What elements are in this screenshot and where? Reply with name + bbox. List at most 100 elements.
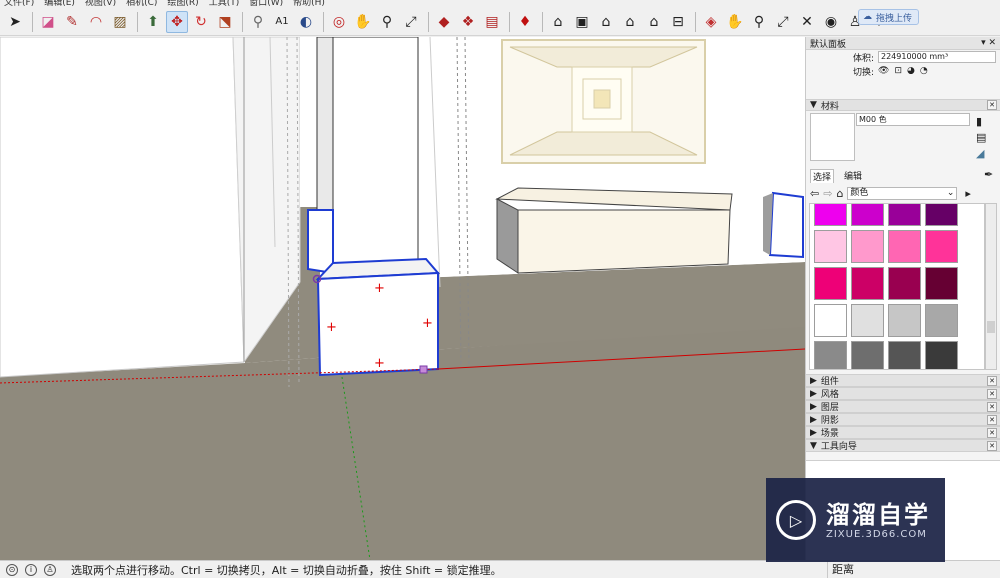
section-scenes[interactable]: ▶ 场景 ✕ xyxy=(806,426,1000,439)
menu-view[interactable]: 视图(V) xyxy=(85,0,116,9)
material-swatch[interactable] xyxy=(925,204,958,226)
right-view-icon[interactable]: ⌂ xyxy=(619,11,641,33)
eyedropper-icon[interactable]: ✒ xyxy=(984,168,993,181)
geo-location-icon[interactable]: ⊙ xyxy=(6,563,18,576)
push-pull-icon[interactable]: ⬆ xyxy=(142,11,164,33)
close-icon[interactable]: ✕ xyxy=(987,375,997,386)
tab-select[interactable]: 选择 xyxy=(810,168,835,183)
tab-edit[interactable]: 编辑 xyxy=(842,169,864,182)
move-grip-icon[interactable]: + xyxy=(326,320,337,335)
material-swatch[interactable] xyxy=(851,341,884,369)
orbit-icon[interactable]: ◎ xyxy=(328,11,350,33)
material-swatch[interactable] xyxy=(888,304,921,337)
eye-icon[interactable]: ◉ xyxy=(820,11,842,33)
material-swatch-icon[interactable]: ◢ xyxy=(976,147,984,160)
top-view-icon[interactable]: ▣ xyxy=(571,11,593,33)
home-icon[interactable]: ⌂ xyxy=(836,187,843,200)
section-plane-icon[interactable]: ◈ xyxy=(700,11,722,33)
close-icon[interactable]: ✕ xyxy=(987,401,997,412)
info-icon[interactable]: i xyxy=(25,563,37,576)
collection-select[interactable]: 颜色 ⌄ xyxy=(847,186,958,200)
material-swatch[interactable] xyxy=(888,204,921,226)
shadow-cast-icon[interactable]: ◕ xyxy=(907,66,915,76)
material-swatch[interactable] xyxy=(814,230,847,263)
material-swatch[interactable] xyxy=(888,341,921,369)
scrollbar-thumb[interactable] xyxy=(987,321,995,333)
eraser-icon[interactable]: ◪ xyxy=(37,11,59,33)
material-stack-icon[interactable]: ▤ xyxy=(976,131,986,144)
zoom-extents-icon[interactable]: ⤢ xyxy=(400,11,422,33)
arc-icon[interactable]: ◠ xyxy=(85,11,107,33)
section-shadows[interactable]: ▶ 阴影 ✕ xyxy=(806,413,1000,426)
back-view-icon[interactable]: ⌂ xyxy=(643,11,665,33)
pencil-icon[interactable]: ✎ xyxy=(61,11,83,33)
visibility-icon[interactable]: 👁 xyxy=(878,66,889,76)
material-swatch[interactable] xyxy=(814,204,847,226)
model-viewport[interactable]: + + + + xyxy=(0,37,805,560)
material-swatch[interactable] xyxy=(925,267,958,300)
user-icon[interactable]: ♙ xyxy=(44,563,56,576)
back-icon[interactable]: ⇦ xyxy=(810,187,819,200)
iso-view-icon[interactable]: ⌂ xyxy=(547,11,569,33)
material-swatch[interactable] xyxy=(851,204,884,226)
walk-icon[interactable]: ⤢ xyxy=(772,11,794,33)
lock-icon[interactable]: ⊡ xyxy=(894,66,902,76)
close-icon[interactable]: ✕ xyxy=(987,427,997,438)
section-display-icon[interactable]: ✋ xyxy=(724,11,746,33)
material-swatch[interactable] xyxy=(925,304,958,337)
pan-icon[interactable]: ✋ xyxy=(352,11,374,33)
move-grip-icon[interactable]: + xyxy=(422,316,433,331)
menu-edit[interactable]: 编辑(E) xyxy=(44,0,75,9)
swatch-scrollbar[interactable] xyxy=(985,203,997,370)
tray-controls[interactable]: ▾ ✕ xyxy=(981,38,996,48)
move-grip-icon[interactable]: + xyxy=(374,356,385,371)
move-icon[interactable]: ✥ xyxy=(166,11,188,33)
tape-measure-icon[interactable]: ⚲ xyxy=(247,11,269,33)
menu-tools[interactable]: 工具(T) xyxy=(209,0,240,9)
warehouse-icon[interactable]: ◆ xyxy=(433,11,455,33)
material-swatch[interactable] xyxy=(925,341,958,369)
move-grip-icon[interactable]: + xyxy=(374,281,385,296)
forward-icon[interactable]: ⇨ xyxy=(823,187,832,200)
text-icon[interactable]: A1 xyxy=(271,11,293,33)
layout-icon[interactable]: ▤ xyxy=(481,11,503,33)
left-view-icon[interactable]: ⊟ xyxy=(667,11,689,33)
section-styles[interactable]: ▶ 风格 ✕ xyxy=(806,387,1000,400)
rectangle-icon[interactable]: ▨ xyxy=(109,11,131,33)
material-swatch[interactable] xyxy=(851,267,884,300)
section-components[interactable]: ▶ 组件 ✕ xyxy=(806,374,1000,387)
materials-header[interactable]: ▼ 材料 ✕ xyxy=(806,99,1000,112)
menu-help[interactable]: 帮助(H) xyxy=(293,0,325,9)
close-icon[interactable]: ✕ xyxy=(987,100,997,110)
material-swatch[interactable] xyxy=(925,230,958,263)
section-instructor[interactable]: ▼ 工具向导 ✕ xyxy=(806,439,1000,452)
extension-icon[interactable]: ❖ xyxy=(457,11,479,33)
upload-button[interactable]: ☁ 拖拽上传 xyxy=(858,9,920,25)
material-swatch[interactable] xyxy=(888,267,921,300)
menu-file[interactable]: 文件(F) xyxy=(4,0,34,9)
material-swatch[interactable] xyxy=(814,267,847,300)
close-icon[interactable]: ✕ xyxy=(987,388,997,399)
paint-bucket-icon[interactable]: ◐ xyxy=(295,11,317,33)
close-icon[interactable]: ✕ xyxy=(987,440,997,451)
ruby-icon[interactable]: ♦ xyxy=(514,11,536,33)
scale-icon[interactable]: ⬔ xyxy=(214,11,236,33)
select-icon[interactable]: ➤ xyxy=(4,11,26,33)
menu-camera[interactable]: 相机(C) xyxy=(126,0,157,9)
material-swatch[interactable] xyxy=(814,304,847,337)
material-swatch[interactable] xyxy=(814,341,847,369)
look-around-icon[interactable]: ✕ xyxy=(796,11,818,33)
shadow-receive-icon[interactable]: ◔ xyxy=(920,66,928,76)
close-icon[interactable]: ✕ xyxy=(987,414,997,425)
material-name-field[interactable]: M00 色 xyxy=(856,113,970,126)
material-swatch[interactable] xyxy=(851,230,884,263)
zoom-icon[interactable]: ⚲ xyxy=(376,11,398,33)
menu-window[interactable]: 窗口(W) xyxy=(249,0,283,9)
section-layers[interactable]: ▶ 图层 ✕ xyxy=(806,400,1000,413)
rotate-icon[interactable]: ↻ xyxy=(190,11,212,33)
front-view-icon[interactable]: ⌂ xyxy=(595,11,617,33)
details-icon[interactable]: ▸ xyxy=(965,187,971,200)
material-swatch[interactable] xyxy=(851,304,884,337)
position-camera-icon[interactable]: ⚲ xyxy=(748,11,770,33)
new-material-icon[interactable]: ▮ xyxy=(976,115,982,128)
